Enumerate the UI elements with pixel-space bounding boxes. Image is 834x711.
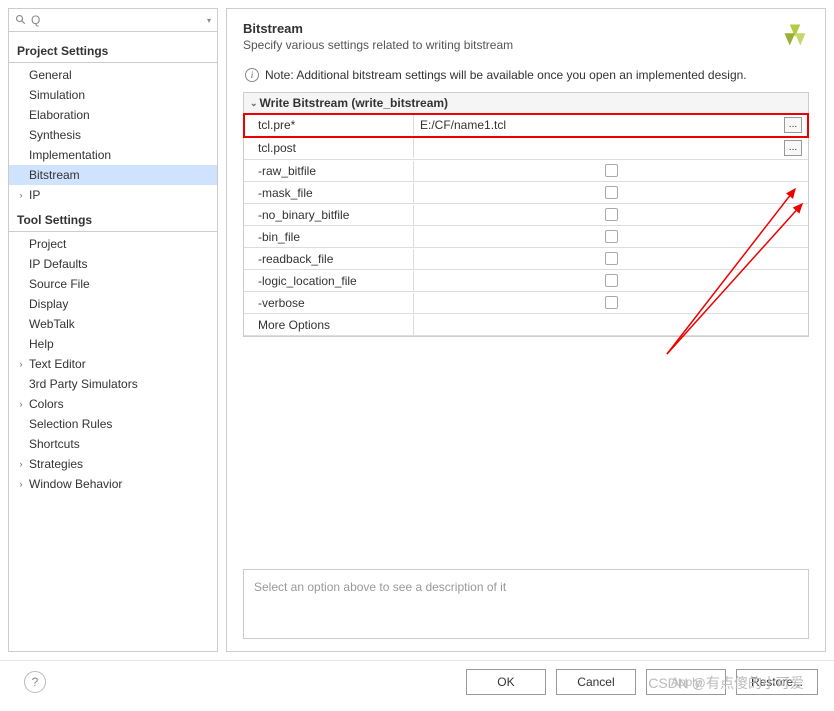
description-box: Select an option above to see a descript… — [243, 569, 809, 639]
chevron-right-icon: › — [15, 398, 27, 410]
ok-button[interactable]: OK — [466, 669, 546, 695]
checkbox[interactable] — [605, 252, 618, 265]
section-project-settings: Project Settings — [9, 40, 217, 63]
browse-button[interactable]: ... — [784, 117, 802, 133]
section-tool-settings: Tool Settings — [9, 209, 217, 232]
nav-colors[interactable]: ›Colors — [9, 394, 217, 414]
checkbox[interactable] — [605, 230, 618, 243]
nav-3rd-party-sim[interactable]: 3rd Party Simulators — [9, 374, 217, 394]
group-header[interactable]: ⌄ Write Bitstream (write_bitstream) — [244, 93, 808, 114]
settings-panel: Bitstream Specify various settings relat… — [226, 8, 826, 652]
nav-shortcuts[interactable]: Shortcuts — [9, 434, 217, 454]
dialog-buttons: ? OK Cancel Apply Restore... — [0, 660, 834, 703]
row-mask-file[interactable]: -mask_file — [244, 182, 808, 204]
checkbox[interactable] — [605, 164, 618, 177]
chevron-right-icon: › — [15, 358, 27, 370]
panel-subtitle: Specify various settings related to writ… — [243, 38, 513, 52]
row-tcl-post[interactable]: tcl.post ... — [244, 137, 808, 160]
nav-synthesis[interactable]: Synthesis — [9, 125, 217, 145]
restore-button[interactable]: Restore... — [736, 669, 818, 695]
nav-window-behavior[interactable]: ›Window Behavior — [9, 474, 217, 494]
info-icon: i — [245, 68, 259, 82]
nav-simulation[interactable]: Simulation — [9, 85, 217, 105]
row-readback-file[interactable]: -readback_file — [244, 248, 808, 270]
nav-strategies[interactable]: ›Strategies — [9, 454, 217, 474]
nav-display[interactable]: Display — [9, 294, 217, 314]
row-verbose[interactable]: -verbose — [244, 292, 808, 314]
row-bin-file[interactable]: -bin_file — [244, 226, 808, 248]
note-message: i Note: Additional bitstream settings wi… — [243, 64, 809, 92]
search-icon — [15, 14, 27, 26]
nav-bitstream[interactable]: Bitstream — [9, 165, 217, 185]
panel-title: Bitstream — [243, 21, 513, 36]
row-tcl-pre[interactable]: tcl.pre* E:/CF/name1.tcl ... — [244, 114, 808, 137]
browse-button[interactable]: ... — [784, 140, 802, 156]
nav-project[interactable]: Project — [9, 234, 217, 254]
nav-ip-defaults[interactable]: IP Defaults — [9, 254, 217, 274]
chevron-right-icon: › — [15, 458, 27, 470]
nav-text-editor[interactable]: ›Text Editor — [9, 354, 217, 374]
nav-source-file[interactable]: Source File — [9, 274, 217, 294]
nav-ip[interactable]: ›IP — [9, 185, 217, 205]
search-bar[interactable]: Q ▾ — [9, 9, 217, 32]
nav-help[interactable]: Help — [9, 334, 217, 354]
nav-general[interactable]: General — [9, 65, 217, 85]
checkbox[interactable] — [605, 208, 618, 221]
cancel-button[interactable]: Cancel — [556, 669, 636, 695]
checkbox[interactable] — [605, 274, 618, 287]
checkbox[interactable] — [605, 296, 618, 309]
nav-selection-rules[interactable]: Selection Rules — [9, 414, 217, 434]
row-logic-location-file[interactable]: -logic_location_file — [244, 270, 808, 292]
tcl-pre-value: E:/CF/name1.tcl — [420, 118, 506, 132]
nav-webtalk[interactable]: WebTalk — [9, 314, 217, 334]
search-placeholder: Q — [31, 13, 203, 27]
chevron-right-icon: › — [15, 478, 27, 490]
help-button[interactable]: ? — [24, 671, 46, 693]
write-bitstream-group: ⌄ Write Bitstream (write_bitstream) tcl.… — [243, 92, 809, 337]
chevron-down-icon: ⌄ — [250, 98, 258, 109]
apply-button: Apply — [646, 669, 726, 695]
nav-elaboration[interactable]: Elaboration — [9, 105, 217, 125]
row-raw-bitfile[interactable]: -raw_bitfile — [244, 160, 808, 182]
vivado-logo-icon — [781, 21, 809, 49]
chevron-right-icon: › — [15, 189, 27, 201]
dropdown-icon[interactable]: ▾ — [207, 16, 211, 25]
nav-implementation[interactable]: Implementation — [9, 145, 217, 165]
sidebar: Q ▾ Project Settings General Simulation … — [8, 8, 218, 652]
row-more-options[interactable]: More Options — [244, 314, 808, 336]
row-no-binary-bitfile[interactable]: -no_binary_bitfile — [244, 204, 808, 226]
checkbox[interactable] — [605, 186, 618, 199]
